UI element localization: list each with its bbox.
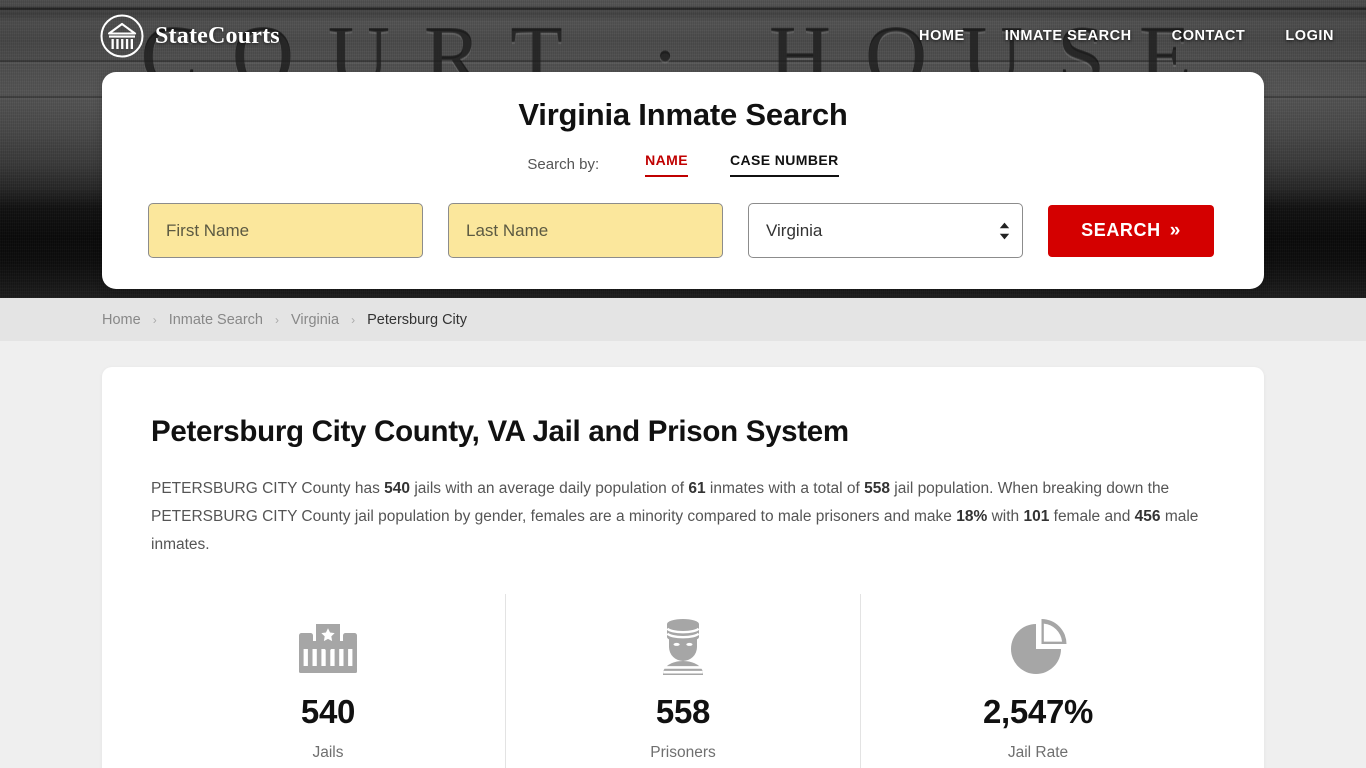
stat-male-count-inline: 456	[1134, 508, 1161, 526]
stat-label-jails: Jails	[312, 744, 344, 762]
stat-avg-daily-inline: 61	[688, 480, 706, 498]
breadcrumb: Home › Inmate Search › Virginia › Peters…	[102, 312, 467, 328]
stat-label-prisoners: Prisoners	[650, 744, 716, 762]
hero-header: COURT · HOUSE StateCourts HOME INMATE SE…	[0, 0, 1366, 298]
breadcrumb-separator-icon: ›	[275, 312, 279, 327]
breadcrumb-item-inmate-search[interactable]: Inmate Search	[169, 312, 263, 328]
state-select[interactable]: Virginia	[748, 203, 1023, 259]
page-title: Petersburg City County, VA Jail and Pris…	[151, 415, 849, 448]
intro-text-6: female and	[1049, 508, 1135, 526]
courthouse-logo-icon	[100, 14, 144, 58]
stat-card-jails: 540 Jails	[151, 594, 505, 768]
stat-card-jail-rate: 2,547% Jail Rate	[860, 594, 1215, 768]
double-chevron-right-icon: »	[1169, 220, 1181, 242]
statistics-row: 540 Jails 558 Prisoners 2,547% Jail Rate	[151, 594, 1215, 768]
search-by-row: Search by: NAME CASE NUMBER	[148, 152, 1218, 178]
state-select-wrapper: Virginia	[748, 203, 1023, 259]
inmate-search-card: Virginia Inmate Search Search by: NAME C…	[102, 72, 1264, 289]
last-name-input[interactable]	[448, 203, 723, 259]
stat-value-jail-rate: 2,547%	[982, 693, 1094, 731]
nav-item-inmate-search[interactable]: INMATE SEARCH	[1005, 28, 1132, 44]
brand-name: StateCourts	[155, 22, 280, 49]
tab-search-by-name[interactable]: NAME	[645, 152, 688, 178]
stat-label-jail-rate: Jail Rate	[1007, 744, 1069, 762]
intro-text-1: PETERSBURG CITY County has	[151, 480, 385, 498]
search-card-title: Virginia Inmate Search	[518, 97, 848, 132]
stat-value-prisoners: 558	[655, 693, 711, 731]
search-button[interactable]: SEARCH »	[1048, 204, 1214, 257]
search-button-label: SEARCH	[1081, 220, 1161, 241]
breadcrumb-item-virginia[interactable]: Virginia	[291, 312, 339, 328]
intro-text-2: jails with an average daily population o…	[410, 480, 689, 498]
nav-item-login[interactable]: LOGIN	[1285, 28, 1334, 44]
stat-female-count-inline: 101	[1023, 508, 1050, 526]
stat-female-pct-inline: 18%	[956, 508, 988, 526]
intro-text-3: inmates with a total of	[705, 480, 865, 498]
top-bar: StateCourts HOME INMATE SEARCH CONTACT L…	[0, 0, 1366, 72]
pie-chart-icon	[1007, 614, 1069, 680]
county-summary-paragraph: PETERSBURG CITY County has 540 jails wit…	[151, 475, 1215, 559]
stat-total-population-inline: 558	[864, 480, 890, 498]
breadcrumb-item-home[interactable]: Home	[102, 312, 141, 328]
breadcrumb-bar: Home › Inmate Search › Virginia › Peters…	[0, 298, 1366, 341]
stat-card-prisoners: 558 Prisoners	[505, 594, 860, 768]
county-detail-card: Petersburg City County, VA Jail and Pris…	[102, 367, 1264, 768]
first-name-input[interactable]	[148, 203, 423, 259]
inmate-search-form: Virginia SEARCH »	[148, 203, 1218, 259]
prisoner-icon	[653, 614, 713, 680]
breadcrumb-separator-icon: ›	[351, 312, 356, 327]
jail-building-icon	[296, 614, 360, 680]
stat-jails-inline: 540	[384, 480, 411, 498]
search-by-label: Search by:	[527, 156, 600, 174]
main-navigation: HOME INMATE SEARCH CONTACT LOGIN	[919, 28, 1334, 44]
tab-search-by-case-number[interactable]: CASE NUMBER	[729, 152, 839, 178]
stat-value-jails: 540	[300, 693, 356, 731]
breadcrumb-separator-icon: ›	[152, 312, 157, 327]
breadcrumb-item-current: Petersburg City	[367, 311, 468, 328]
nav-item-contact[interactable]: CONTACT	[1172, 28, 1246, 44]
intro-text-5: with	[987, 508, 1024, 526]
brand-logo-link[interactable]: StateCourts	[100, 14, 280, 58]
nav-item-home[interactable]: HOME	[919, 28, 965, 44]
